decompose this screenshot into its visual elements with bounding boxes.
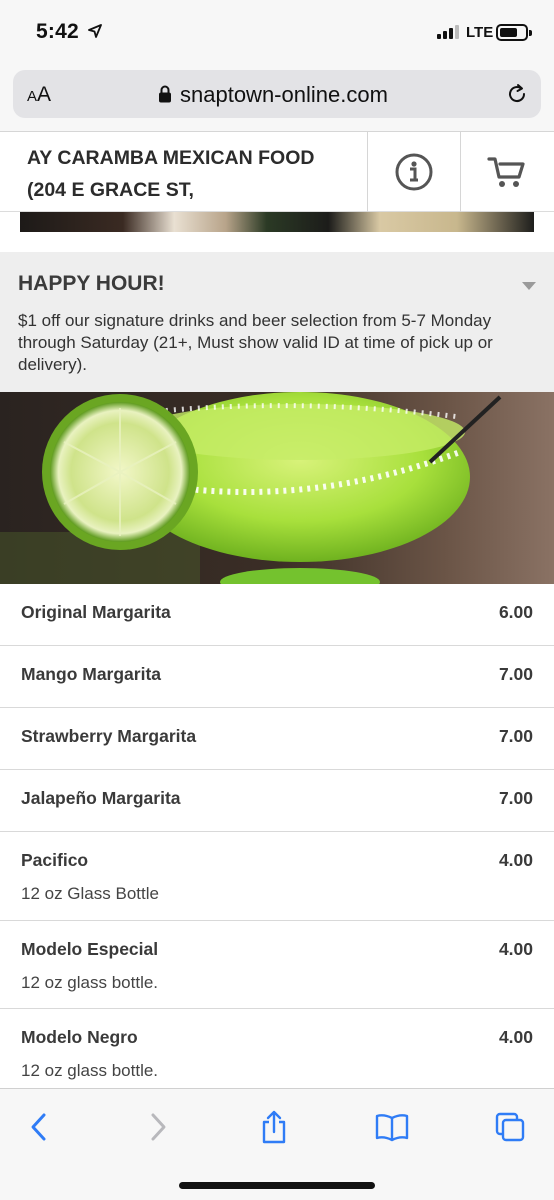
menu-item[interactable]: Modelo Especial 4.00 12 oz glass bottle. [0, 920, 554, 1009]
tabs-button[interactable] [488, 1107, 532, 1147]
cart-icon [487, 157, 525, 187]
bookmarks-button[interactable] [370, 1107, 414, 1147]
menu-item[interactable]: Strawberry Margarita 7.00 [0, 708, 554, 770]
menu-item[interactable]: Pacifico 4.00 12 oz Glass Bottle [0, 832, 554, 921]
item-price: 7.00 [498, 788, 533, 808]
item-name: Pacifico [21, 850, 89, 870]
item-price: 6.00 [498, 602, 533, 622]
forward-button[interactable] [136, 1107, 180, 1147]
signal-icon [437, 25, 459, 39]
restaurant-name: AY CARAMBA MEXICAN FOOD (204 E GRACE ST, [27, 147, 315, 201]
item-price: 4.00 [498, 1027, 533, 1047]
menu-item[interactable]: Modelo Negro 4.00 12 oz glass bottle. [0, 1009, 554, 1098]
menu-list: Original Margarita 6.00 Mango Margarita … [0, 584, 554, 1098]
menu-item[interactable]: Mango Margarita 7.00 [0, 646, 554, 708]
hero-image [20, 212, 534, 232]
address-bar[interactable]: AA snaptown-online.com [13, 70, 541, 118]
caret-down-icon[interactable] [522, 282, 536, 290]
tabs-icon [495, 1112, 525, 1142]
info-button[interactable] [367, 132, 460, 212]
location-arrow-icon [88, 24, 102, 38]
site-header: AY CARAMBA MEXICAN FOOD (204 E GRACE ST, [0, 132, 554, 212]
info-icon [395, 153, 433, 191]
status-time: 5:42 [36, 20, 79, 43]
bookmarks-icon [375, 1114, 409, 1142]
item-price: 7.00 [498, 664, 533, 684]
item-price: 4.00 [498, 850, 533, 870]
status-bar: 5:42 LTE [0, 0, 554, 66]
item-name: Modelo Especial [21, 938, 159, 959]
category-title: HAPPY HOUR! [18, 272, 165, 295]
item-description: 12 oz glass bottle. [21, 972, 159, 992]
browser-address-area: AA snaptown-online.com [0, 66, 554, 132]
item-price: 4.00 [498, 938, 533, 959]
category-header[interactable]: HAPPY HOUR! $1 off our signature drinks … [0, 252, 554, 392]
lock-icon [159, 85, 171, 103]
item-name: Mango Margarita [21, 664, 162, 684]
category-image [0, 392, 554, 584]
item-description: 12 oz Glass Bottle [21, 884, 159, 903]
battery-icon [496, 24, 532, 41]
forward-icon [151, 1113, 166, 1141]
browser-toolbar [0, 1088, 554, 1200]
home-indicator [179, 1182, 375, 1189]
share-button[interactable] [252, 1107, 296, 1147]
url-text: snaptown-online.com [180, 82, 388, 107]
item-price: 7.00 [498, 726, 533, 746]
item-description: 12 oz glass bottle. [21, 1061, 159, 1080]
back-button[interactable] [17, 1107, 61, 1147]
menu-item[interactable]: Original Margarita 6.00 [0, 584, 554, 646]
item-name: Strawberry Margarita [21, 726, 197, 746]
item-name: Original Margarita [21, 602, 171, 622]
menu-item[interactable]: Jalapeño Margarita 7.00 [0, 770, 554, 832]
item-name: Modelo Negro [21, 1027, 138, 1047]
cart-button[interactable] [460, 132, 553, 212]
back-icon [31, 1113, 46, 1141]
network-label: LTE [466, 24, 494, 41]
item-name: Jalapeño Margarita [21, 788, 181, 808]
category-description: $1 off our signature drinks and beer sel… [18, 311, 493, 374]
share-icon [262, 1110, 286, 1144]
text-size-button[interactable]: AA [27, 83, 51, 107]
reload-icon[interactable] [505, 82, 529, 106]
